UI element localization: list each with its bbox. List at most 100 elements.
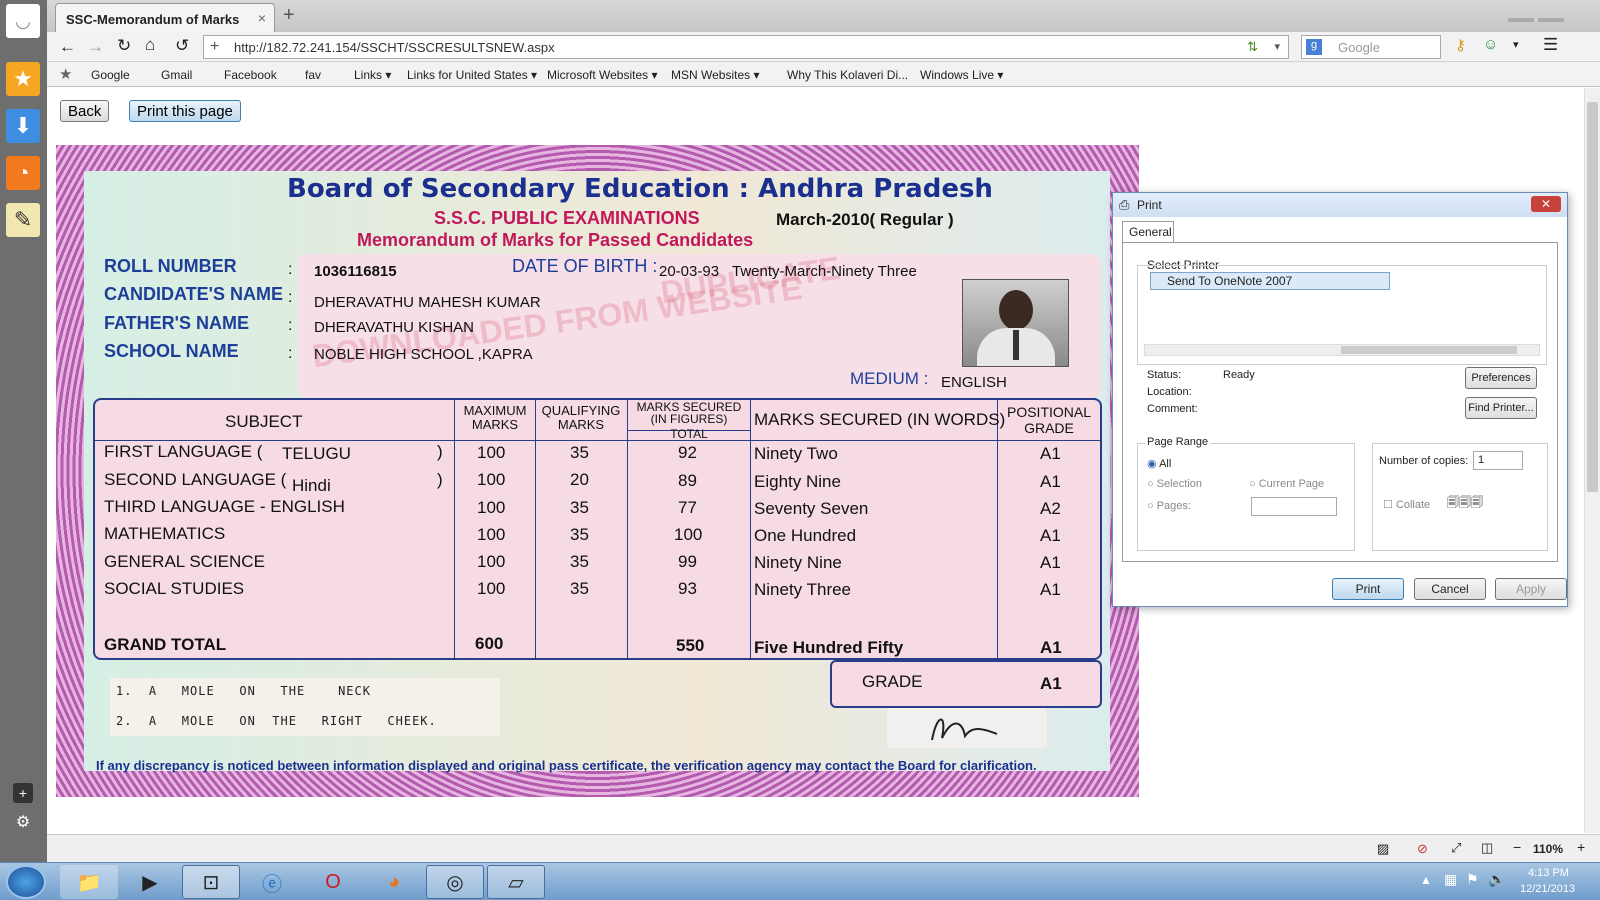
collate-checkbox[interactable]: ☐ Collate	[1383, 498, 1430, 511]
explorer-icon[interactable]: 📁	[60, 865, 118, 899]
page-scrollbar[interactable]	[1584, 88, 1600, 833]
bookmark-google[interactable]: Google	[91, 68, 130, 82]
opera-icon[interactable]: O	[304, 865, 362, 899]
clock-date[interactable]: 12/21/2013	[1520, 883, 1575, 895]
bookmark-microsoft[interactable]: Microsoft Websites ▾	[547, 68, 658, 82]
bookmark-links-us[interactable]: Links for United States ▾	[407, 68, 537, 82]
row-grade: A1	[1040, 580, 1061, 599]
row-words: Ninety Nine	[754, 553, 842, 572]
printer-scrollbar[interactable]	[1144, 344, 1540, 356]
dialog-close-icon[interactable]: ✕	[1531, 196, 1561, 212]
url-text: http://182.72.241.154/SSCHT/SSCRESULTSNE…	[234, 40, 555, 55]
notes-icon[interactable]: ✎	[6, 203, 40, 237]
undo-icon[interactable]: ↺	[175, 36, 189, 56]
zoom-level[interactable]: 110%	[1533, 842, 1563, 856]
comment-label: Comment:	[1147, 403, 1198, 415]
radio-all[interactable]: ◉ All	[1147, 457, 1171, 470]
bookmark-gmail[interactable]: Gmail	[161, 68, 192, 82]
school-name: NOBLE HIGH SCHOOL ,KAPRA	[314, 346, 533, 363]
media-player-icon[interactable]: ▶	[121, 865, 179, 899]
network-icon[interactable]: ▦	[1444, 871, 1457, 888]
user-icon[interactable]: ☺	[1483, 36, 1498, 53]
menu-dropdown-icon[interactable]: ▾	[1513, 38, 1519, 51]
row-max: 100	[477, 552, 506, 571]
home-icon[interactable]: ⌂	[145, 35, 155, 55]
grand-total-label: GRAND TOTAL	[104, 635, 227, 654]
footer-note: If any discrepancy is noticed between in…	[96, 758, 1037, 773]
candidate-name: DHERAVATHU MAHESH KUMAR	[314, 294, 541, 311]
flag-icon[interactable]: ⚑	[1466, 871, 1479, 888]
dob-words: Twenty-March-Ninety Three	[732, 263, 917, 280]
radio-current-page[interactable]: ○ Current Page	[1249, 478, 1324, 490]
google-icon[interactable]: g	[1306, 39, 1322, 55]
compat-icon[interactable]: ⇅	[1247, 39, 1258, 55]
grade-label: GRADE	[862, 672, 923, 691]
smiley-icon[interactable]: ◡	[6, 4, 40, 38]
back-button[interactable]: Back	[60, 100, 110, 122]
radio-pages[interactable]: ○ Pages:	[1147, 500, 1191, 512]
radio-selection[interactable]: ○ Selection	[1147, 478, 1202, 490]
print-page-button[interactable]: Print this page	[129, 100, 241, 122]
add-icon: +	[210, 38, 220, 55]
preferences-button[interactable]: Preferences	[1465, 367, 1537, 389]
copies-input[interactable]: 1	[1473, 451, 1523, 470]
zoom-out-icon[interactable]: −	[1513, 839, 1521, 855]
tab-general[interactable]: General	[1122, 221, 1174, 242]
tab-title: SSC-Memorandum of Marks	[66, 12, 240, 27]
status-value: Ready	[1223, 369, 1255, 381]
back-arrow-icon[interactable]: ←	[59, 37, 76, 57]
print-button[interactable]: Print	[1332, 578, 1404, 600]
bookmark-windows-live[interactable]: Windows Live ▾	[920, 68, 1003, 82]
add-panel-icon[interactable]: +	[13, 783, 33, 803]
fullscreen-icon[interactable]: ⤢	[1451, 840, 1461, 856]
colons: ::::	[288, 261, 293, 362]
bookmark-links[interactable]: Links ▾	[354, 68, 391, 82]
key-icon[interactable]: ⚷	[1455, 36, 1466, 54]
download-icon[interactable]: ⬇	[6, 109, 40, 143]
reload-icon[interactable]: ↻	[117, 36, 131, 56]
bookmark-fav[interactable]: fav	[305, 68, 321, 82]
settings-icon[interactable]: ⚙	[13, 812, 33, 832]
maxthon-icon[interactable]: ⊡	[182, 865, 240, 899]
performance-icon[interactable]: ▨	[1377, 841, 1389, 857]
address-bar[interactable]: + http://182.72.241.154/SSCHT/SSCRESULTS…	[203, 35, 1289, 59]
split-view-icon[interactable]: ◫	[1481, 840, 1493, 856]
close-tab-icon[interactable]: ×	[258, 10, 266, 26]
firefox-icon[interactable]: ◕	[365, 865, 423, 899]
menu-icon[interactable]: ☰	[1543, 35, 1558, 55]
apply-button[interactable]: Apply	[1495, 578, 1567, 600]
bookmark-facebook[interactable]: Facebook	[224, 68, 277, 82]
header-grade: POSITIONAL GRADE	[1006, 404, 1092, 436]
printer-item[interactable]: Send To OneNote 2007	[1150, 272, 1390, 290]
bookmark-star-icon[interactable]: ★	[59, 65, 72, 83]
search-box[interactable]: g Google	[1301, 35, 1441, 59]
row-marks: 77	[678, 498, 697, 517]
zoom-in-icon[interactable]: +	[1577, 839, 1585, 855]
popup-blocker-icon[interactable]: ⊘	[1417, 841, 1428, 857]
rss-icon[interactable]: ◔	[6, 156, 40, 190]
grand-total-words: Five Hundred Fifty	[754, 638, 904, 657]
tray-arrow-icon[interactable]: ▲	[1420, 873, 1432, 887]
start-button[interactable]	[6, 865, 46, 899]
bookmark-kolaveri[interactable]: Why This Kolaveri Di...	[787, 68, 908, 82]
find-printer-button[interactable]: Find Printer...	[1465, 397, 1537, 419]
pages-input[interactable]	[1251, 497, 1337, 516]
header-max-marks: MAXIMUM MARKS	[463, 403, 527, 432]
new-tab-icon[interactable]: +	[283, 4, 295, 27]
dropdown-icon[interactable]: ▾	[1274, 40, 1280, 53]
bookmark-msn[interactable]: MSN Websites ▾	[671, 68, 760, 82]
cancel-button[interactable]: Cancel	[1414, 578, 1486, 600]
notes-app-icon[interactable]: ▱	[487, 865, 545, 899]
row-marks: 99	[678, 552, 697, 571]
row-qualifying: 35	[570, 443, 589, 462]
window-controls[interactable]	[1508, 10, 1592, 37]
tab-active[interactable]: SSC-Memorandum of Marks ×	[55, 3, 275, 32]
volume-icon[interactable]: 🔈	[1488, 871, 1505, 888]
clock-time[interactable]: 4:13 PM	[1528, 867, 1569, 879]
star-icon[interactable]: ★	[6, 62, 40, 96]
printer-list[interactable]: Send To OneNote 2007	[1137, 265, 1547, 365]
forward-arrow-icon[interactable]: →	[87, 37, 104, 57]
row-qualifying: 35	[570, 498, 589, 517]
chrome-icon[interactable]: ◎	[426, 865, 484, 899]
ie-icon[interactable]: ⓔ	[243, 865, 301, 899]
